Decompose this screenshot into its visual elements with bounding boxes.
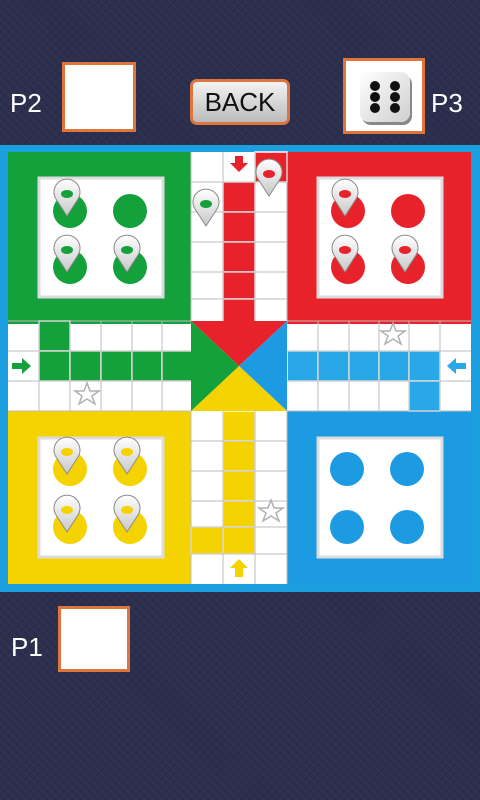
dice-pip xyxy=(370,81,380,91)
back-button[interactable]: BACK xyxy=(190,79,290,125)
player-3-label: P3 xyxy=(431,88,463,118)
player-1-label: P1 xyxy=(11,632,43,662)
player-1-box xyxy=(58,606,130,672)
player-2-label: P2 xyxy=(10,88,42,118)
dice-pip xyxy=(390,92,400,102)
dice-pip xyxy=(370,103,380,113)
center-home xyxy=(191,321,287,411)
dice-icon[interactable] xyxy=(360,72,410,122)
dice-pip xyxy=(370,92,380,102)
ludo-board xyxy=(0,145,480,592)
dice-pip xyxy=(390,103,400,113)
blue-yard xyxy=(287,411,471,584)
green-yard xyxy=(8,152,191,324)
yellow-yard xyxy=(8,411,191,584)
dice-pip xyxy=(390,81,400,91)
red-yard xyxy=(287,152,471,324)
player-2-box xyxy=(62,62,136,132)
